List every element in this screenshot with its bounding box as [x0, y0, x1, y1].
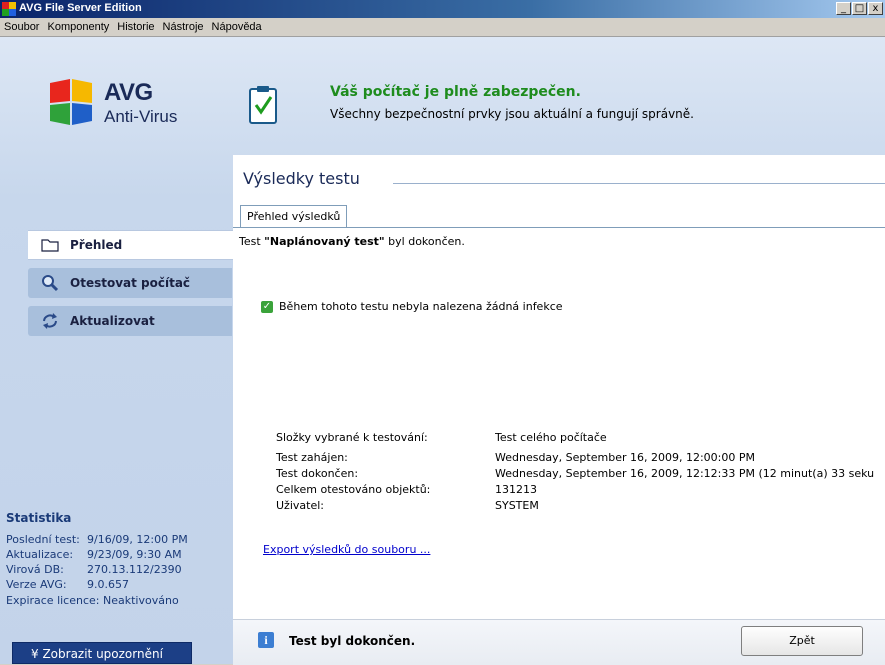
stats-label: Aktualizace: — [6, 548, 74, 561]
stats-label: Virová DB: — [6, 563, 64, 576]
menu-historie[interactable]: Historie — [113, 18, 158, 33]
clipboard-check-icon — [249, 86, 277, 124]
stats-row: Aktualizace: 9/23/09, 9:30 AM — [6, 548, 182, 561]
info-icon: i — [258, 632, 274, 648]
stats-title: Statistika — [6, 511, 72, 525]
back-button[interactable]: Zpět — [741, 626, 863, 656]
status-title: Váš počítač je plně zabezpečen. — [330, 84, 581, 100]
stats-label: Verze AVG: — [6, 578, 67, 591]
stats-label: Expirace licence: — [6, 594, 100, 607]
nav-update-label: Aktualizovat — [70, 314, 155, 328]
folder-icon — [40, 236, 60, 254]
status-subtitle: Všechny bezpečnostní prvky jsou aktuální… — [330, 107, 694, 121]
scan-name: "Naplánovaný test" — [264, 235, 385, 248]
detail-value: 131213 — [495, 483, 537, 496]
nav-scan-label: Otestovat počítač — [70, 276, 191, 290]
no-infection-text: Během tohoto testu nebyla nalezena žádná… — [279, 300, 563, 313]
detail-label: Složky vybrané k testování: — [276, 431, 428, 444]
stats-value: 9/23/09, 9:30 AM — [87, 548, 182, 561]
avg-flag-icon — [50, 79, 92, 125]
detail-value: Wednesday, September 16, 2009, 12:00:00 … — [495, 451, 755, 464]
detail-label: Test dokončen: — [276, 467, 359, 480]
finished-prefix: Test — [239, 235, 265, 248]
detail-value: Test celého počítače — [495, 431, 607, 444]
nav-overview[interactable]: Přehled — [28, 230, 238, 260]
stats-value: 9.0.657 — [87, 578, 129, 591]
results-footer: i Test byl dokončen. Zpět — [233, 619, 885, 665]
no-infection-message: ✓ Během tohoto testu nebyla nalezena žád… — [261, 300, 563, 313]
menu-soubor[interactable]: Soubor — [0, 18, 43, 33]
menu-napoveda[interactable]: Nápověda — [208, 18, 266, 33]
avg-app-icon — [2, 2, 16, 16]
tab-results-overview[interactable]: Přehled výsledků — [240, 205, 348, 227]
stats-row: Virová DB: 270.13.112/2390 — [6, 563, 182, 576]
show-notifications-button[interactable]: ¥ Zobrazit upozornění — [12, 642, 192, 664]
stats-label: Poslední test: — [6, 533, 80, 546]
detail-value: Wednesday, September 16, 2009, 12:12:33 … — [495, 467, 875, 480]
tab-divider — [233, 227, 885, 228]
footer-message: Test byl dokončen. — [289, 634, 416, 648]
detail-value: SYSTEM — [495, 499, 539, 512]
maximize-button[interactable]: □ — [852, 2, 867, 15]
green-check-icon: ✓ — [261, 300, 273, 313]
nav-scan[interactable]: Otestovat počítač — [28, 268, 232, 298]
avg-logo: AVG Anti-Virus — [50, 79, 200, 129]
scan-finished-message: Test "Naplánovaný test" byl dokončen. — [239, 235, 465, 248]
stats-row: Expirace licence: Neaktivováno — [6, 594, 179, 607]
client-area: AVG Anti-Virus Váš počítač je plně zabez… — [0, 37, 885, 665]
nav-update[interactable]: Aktualizovat — [28, 306, 232, 336]
stats-value: 270.13.112/2390 — [87, 563, 182, 576]
finished-suffix: byl dokončen. — [384, 235, 465, 248]
brand-name: AVG — [104, 79, 153, 106]
update-icon — [40, 312, 60, 330]
menu-bar: Soubor Komponenty Historie Nástroje Nápověda — [0, 18, 885, 37]
close-button[interactable]: x — [868, 2, 883, 15]
stats-value: 9/16/09, 12:00 PM — [87, 533, 188, 546]
menu-komponenty[interactable]: Komponenty — [43, 18, 113, 33]
title-divider — [393, 183, 885, 184]
window-title: AVG File Server Edition — [19, 2, 142, 14]
results-title: Výsledky testu — [243, 169, 360, 188]
title-bar: AVG File Server Edition _ □ x — [0, 0, 885, 18]
nav-overview-label: Přehled — [70, 238, 123, 252]
stats-row: Verze AVG: 9.0.657 — [6, 578, 129, 591]
show-notifications-label: Zobrazit upozornění — [42, 647, 163, 661]
magnifier-icon — [40, 274, 60, 292]
detail-label: Celkem otestováno objektů: — [276, 483, 431, 496]
product-name: Anti-Virus — [104, 107, 178, 126]
minimize-button[interactable]: _ — [836, 2, 851, 15]
menu-nastroje[interactable]: Nástroje — [159, 18, 208, 33]
detail-label: Test zahájen: — [276, 451, 348, 464]
stats-value: Neaktivováno — [103, 594, 179, 607]
stats-row: Poslední test: 9/16/09, 12:00 PM — [6, 533, 188, 546]
results-panel: Výsledky testu Přehled výsledků Test "Na… — [233, 155, 885, 619]
detail-label: Uživatel: — [276, 499, 324, 512]
chevrons-down-icon: ¥ — [31, 647, 43, 661]
export-results-link[interactable]: Export výsledků do souboru ... — [263, 543, 430, 556]
